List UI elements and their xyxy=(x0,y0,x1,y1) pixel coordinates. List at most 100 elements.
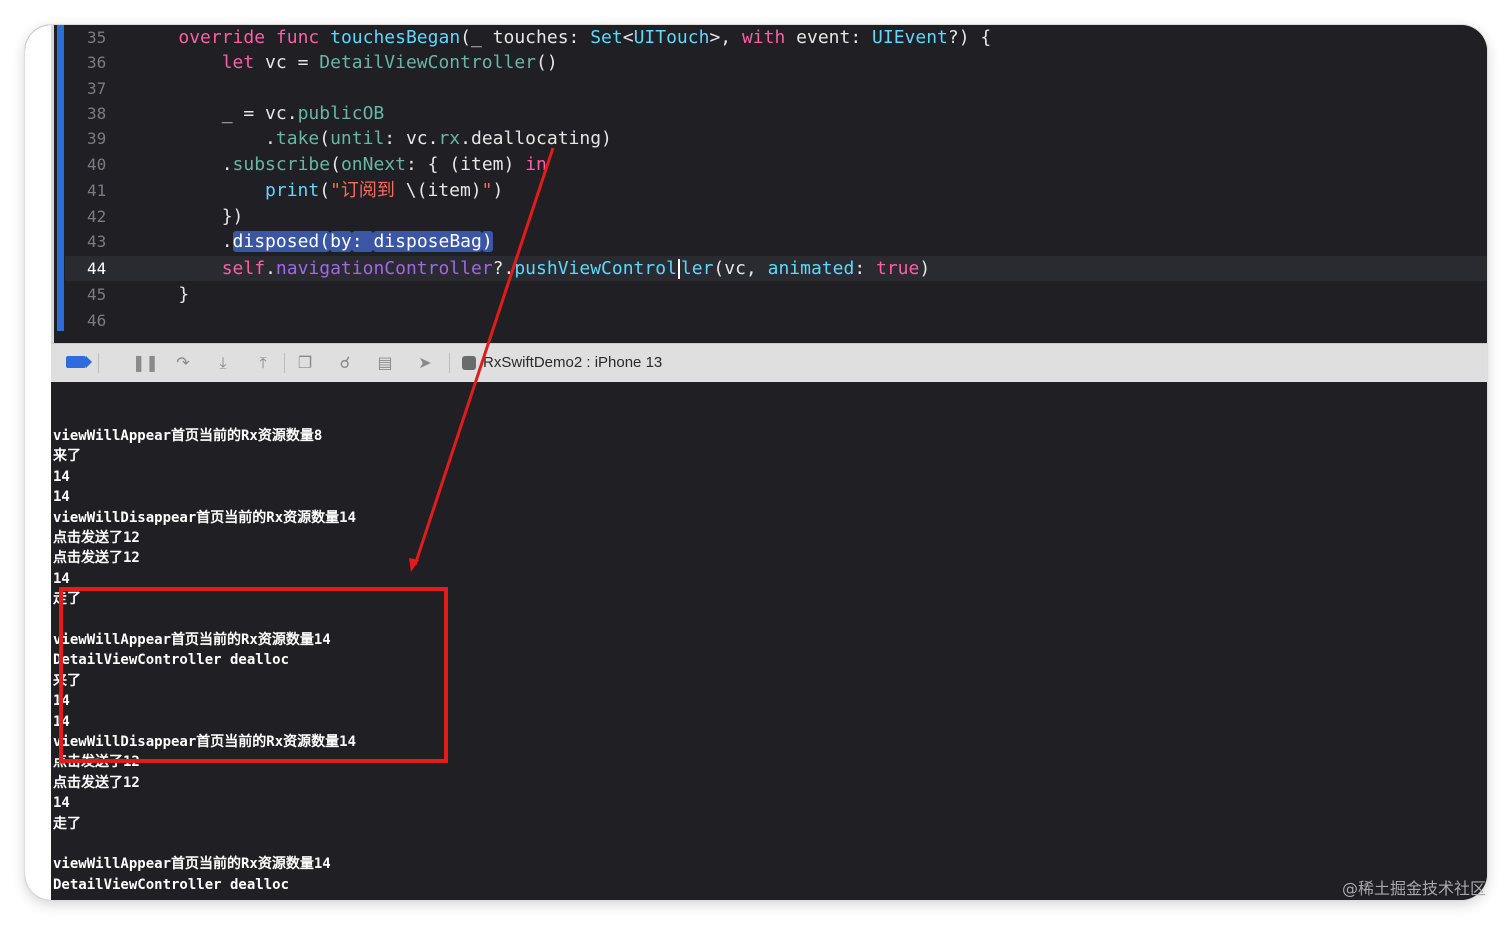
code-token: " xyxy=(481,180,493,201)
code-line[interactable]: 46 xyxy=(65,308,1487,333)
console-line: viewWillAppear首页当前的Rx资源数量14 xyxy=(53,856,331,873)
code-line[interactable]: 35 override func touchesBegan(_ touches:… xyxy=(65,25,1487,50)
console-line: 14 xyxy=(53,468,70,485)
line-number: 43 xyxy=(87,232,107,251)
code-token: . xyxy=(135,231,233,252)
code-line[interactable]: 41 print("订阅到 \(item)") xyxy=(65,178,1487,203)
breakpoint-indicator-bar[interactable] xyxy=(57,25,64,331)
code-line[interactable]: 42 }) xyxy=(65,204,1487,229)
code-text: .subscribe(onNext: { (item) in xyxy=(135,152,547,177)
toolbar-divider xyxy=(449,353,450,373)
gutter-edge xyxy=(51,25,54,343)
code-token: animated xyxy=(767,258,855,279)
code-line[interactable]: 39 .take(until: vc.rx.deallocating) xyxy=(65,126,1487,151)
code-token: (vc, xyxy=(713,258,768,279)
code-line[interactable]: 37 xyxy=(65,76,1487,101)
code-line[interactable]: 43 .disposed(by: disposeBag) xyxy=(65,229,1487,254)
code-line[interactable]: 38 _ = vc.publicOB xyxy=(65,101,1487,126)
code-token: take xyxy=(275,128,320,149)
code-token: < xyxy=(622,27,634,48)
console-line: 14 xyxy=(53,489,70,506)
step-into-icon[interactable]: ⤓ xyxy=(212,353,234,373)
environment-overrides-icon[interactable]: ▤ xyxy=(374,353,396,373)
pause-icon[interactable]: ❚❚ xyxy=(132,353,159,373)
code-token: ) xyxy=(492,180,504,201)
code-text: }) xyxy=(135,204,244,229)
code-token: . xyxy=(135,128,276,149)
line-number: 38 xyxy=(87,104,107,123)
memory-graph-icon[interactable]: ☌ xyxy=(334,353,356,373)
code-token: } xyxy=(135,284,190,305)
line-number: 35 xyxy=(87,28,107,47)
code-token: ( xyxy=(330,154,341,175)
code-token: with xyxy=(741,27,786,48)
scheme-label[interactable]: RxSwiftDemo2 : iPhone 13 xyxy=(483,353,662,373)
code-editor[interactable]: 35 override func touchesBegan(_ touches:… xyxy=(25,25,1487,343)
debug-view-hierarchy-icon[interactable]: ❐ xyxy=(294,353,316,373)
code-line[interactable]: 44 self.navigationController?.pushViewCo… xyxy=(65,256,1487,281)
line-number: 37 xyxy=(87,79,107,98)
console-line: viewWillAppear首页当前的Rx资源数量8 xyxy=(53,428,323,444)
app-icon xyxy=(462,356,476,370)
line-number: 45 xyxy=(87,285,107,304)
code-token: print xyxy=(265,180,320,201)
simulate-location-icon[interactable]: ➤ xyxy=(414,353,436,373)
console-line: 14 xyxy=(53,795,70,812)
code-token: ( xyxy=(319,180,331,201)
console-line: 点击发送了12 xyxy=(53,530,140,546)
code-token: touches xyxy=(492,27,569,48)
console-line: 14 xyxy=(53,570,70,587)
step-over-icon[interactable]: ↷ xyxy=(172,353,194,373)
code-token: true xyxy=(876,258,920,279)
code-token: ler xyxy=(680,258,714,279)
line-number: 40 xyxy=(87,155,107,174)
code-token: (_ xyxy=(460,27,493,48)
code-token: pushViewContro xyxy=(514,258,667,279)
code-token: publicOB xyxy=(297,103,385,124)
breakpoints-icon[interactable] xyxy=(66,356,92,368)
code-line[interactable]: 45 } xyxy=(65,282,1487,307)
code-token: ( xyxy=(319,128,331,149)
code-token: . xyxy=(135,154,233,175)
console-line: 点击发送了12 xyxy=(53,774,140,791)
code-token: "订阅到 xyxy=(330,180,406,201)
console-line: 来了 xyxy=(53,448,81,465)
code-token: () xyxy=(536,52,558,73)
code-line[interactable]: 40 .subscribe(onNext: { (item) in xyxy=(65,152,1487,177)
code-token: disposed( xyxy=(232,231,331,252)
code-text: self.navigationController?.pushViewContr… xyxy=(135,256,930,281)
code-token: touchesBegan xyxy=(330,27,461,48)
line-number: 42 xyxy=(87,207,107,226)
console-line: 走了 xyxy=(53,815,81,832)
code-token: Set xyxy=(590,27,623,48)
window-edge xyxy=(25,25,51,900)
debug-toolbar: ❚❚ ↷ ⤓ ⤒ ❐ ☌ ▤ ➤ RxSwiftDemo2 : iPhone 1… xyxy=(51,343,1487,383)
code-token: ) xyxy=(481,231,493,252)
watermark: @稀土掘金技术社区 xyxy=(1341,879,1486,898)
code-token: : xyxy=(854,258,876,279)
code-line[interactable]: 36 let vc = DetailViewController() xyxy=(65,50,1487,75)
code-token: rx xyxy=(438,128,461,149)
code-token: _ = vc. xyxy=(135,103,298,124)
code-token: ?) { xyxy=(947,27,992,48)
console-line: viewWillDisappear首页当前的Rx资源数量14 xyxy=(53,509,357,526)
code-token: >, xyxy=(709,27,742,48)
code-token: : vc. xyxy=(384,128,439,149)
code-token: navigationController xyxy=(275,258,493,279)
code-token: ) xyxy=(919,258,931,279)
code-token: self xyxy=(221,258,266,279)
code-token: .deallocating) xyxy=(460,128,612,149)
code-token: vc = xyxy=(254,52,320,73)
code-text: _ = vc.publicOB xyxy=(135,101,385,126)
toolbar-divider xyxy=(98,353,99,373)
code-text: .disposed(by: disposeBag) xyxy=(135,229,493,254)
code-token: func xyxy=(275,27,320,48)
text-cursor xyxy=(677,259,680,279)
code-text: let vc = DetailViewController() xyxy=(135,50,558,75)
line-number: 39 xyxy=(87,129,107,148)
step-out-icon[interactable]: ⤒ xyxy=(252,353,274,373)
